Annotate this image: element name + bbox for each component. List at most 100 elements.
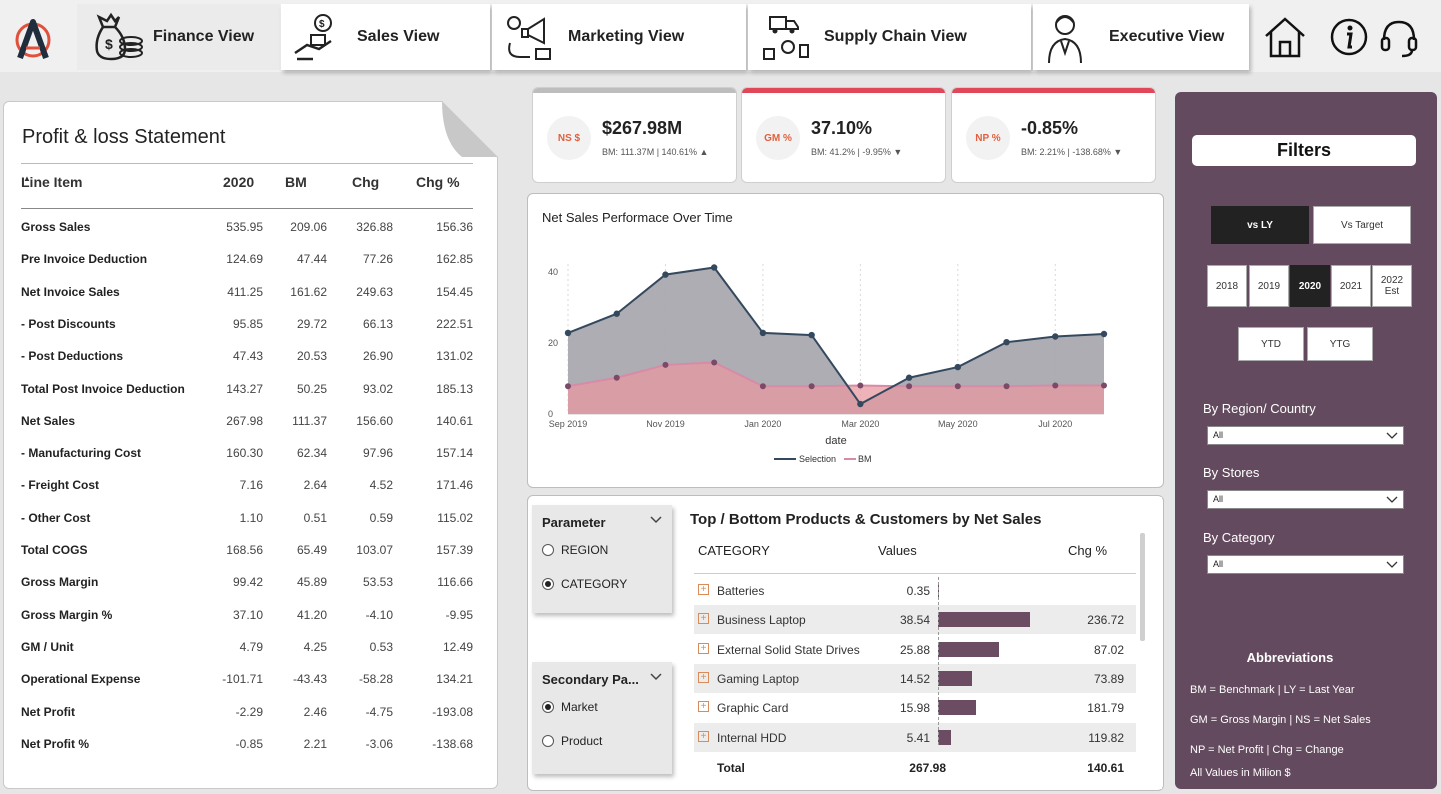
radio-product[interactable]: Product <box>542 734 602 748</box>
tb-value-bar[interactable] <box>938 670 973 686</box>
pl-row[interactable]: Net Profit % -0.85 2.21 -3.06 -138.68 <box>21 737 473 757</box>
radio-dot[interactable] <box>542 701 554 713</box>
brand-logo-icon <box>15 19 51 60</box>
pl-row[interactable]: Net Profit -2.29 2.46 -4.75 -193.08 <box>21 705 473 725</box>
year-2020-button[interactable]: 2020 <box>1290 265 1330 307</box>
info-icon[interactable] <box>1327 14 1373 60</box>
table-row[interactable]: + Internal HDD 5.41 119.82 <box>694 722 1136 752</box>
pl-row[interactable]: Total COGS 168.56 65.49 103.07 157.39 <box>21 543 473 563</box>
tab-sales-view[interactable]: $ Sales View <box>281 4 490 70</box>
period-ytd-button[interactable]: YTD <box>1238 327 1304 361</box>
chevron-down-icon[interactable] <box>650 670 662 682</box>
pl-row-label: - Post Deductions <box>21 349 124 364</box>
page-fold-icon <box>442 101 498 157</box>
pl-col-bm[interactable]: BM <box>285 174 307 190</box>
pl-row[interactable]: Total Post Invoice Deduction 143.27 50.25 9… <box>21 382 473 402</box>
pl-row[interactable]: Pre Invoice Deduction 124.69 47.44 77.26 162… <box>21 252 473 272</box>
headset-support-icon[interactable] <box>1376 14 1422 60</box>
tab-executive-view[interactable]: Executive View <box>1033 4 1249 70</box>
pl-row[interactable]: - Freight Cost 7.16 2.64 4.52 171.46 <box>21 478 473 498</box>
tb-col-values[interactable]: Values <box>878 543 917 558</box>
radio-dot[interactable] <box>542 735 554 747</box>
radio-dot[interactable] <box>542 544 554 556</box>
table-row[interactable]: + External Solid State Drives 25.88 87.02 <box>694 635 1136 664</box>
radio-dot[interactable] <box>542 578 554 590</box>
expand-plus-icon[interactable]: + <box>698 584 709 595</box>
tb-total-row: Total 267.98 140.61 <box>694 759 1136 779</box>
expand-plus-icon[interactable]: + <box>698 730 709 742</box>
compare-vs-target-button[interactable]: Vs Target <box>1313 206 1411 244</box>
table-row[interactable]: + Batteries 0.35 <box>694 576 1136 605</box>
category-filter-select[interactable]: All <box>1207 555 1404 574</box>
period-ytg-button[interactable]: YTG <box>1307 327 1373 361</box>
pl-row-value: 103.07 <box>356 543 393 557</box>
pl-row-value: 156.60 <box>356 413 393 428</box>
selection-point <box>1100 330 1108 338</box>
pl-row-value: 50.25 <box>296 381 327 396</box>
pl-row-label: Gross Margin <box>21 575 99 590</box>
pl-col-chg-pct[interactable]: Chg % <box>416 174 460 190</box>
legend-bm-label: BM <box>858 454 872 464</box>
home-icon[interactable] <box>1262 14 1308 60</box>
table-row[interactable]: + Business Laptop 38.54 236.72 <box>694 605 1136 635</box>
tb-value-bar[interactable] <box>938 729 951 745</box>
chevron-down-icon <box>1386 561 1398 568</box>
region-filter-select[interactable]: All <box>1207 426 1404 445</box>
y-tick-label: 0 <box>548 409 553 419</box>
tb-row-name: Internal HDD <box>717 730 787 745</box>
parameter-title: Parameter <box>542 515 606 530</box>
pl-row-value: 157.14 <box>436 446 473 461</box>
pl-row[interactable]: Gross Margin 99.42 45.89 53.53 116.66 <box>21 575 473 595</box>
year-2019-button[interactable]: 2019 <box>1249 265 1289 307</box>
expand-plus-icon[interactable]: + <box>698 613 709 625</box>
expand-plus-icon[interactable]: + <box>698 642 709 654</box>
pl-row[interactable]: - Manufacturing Cost 160.30 62.34 97.96 157.… <box>21 446 473 466</box>
compare-vs-ly-button[interactable]: vs LY <box>1211 206 1309 244</box>
selection-point <box>857 400 864 408</box>
radio-market[interactable]: Market <box>542 700 598 714</box>
stores-filter-select[interactable]: All <box>1207 490 1404 509</box>
pl-row[interactable]: Net Sales 267.98 111.37 156.60 140.61 <box>21 414 473 434</box>
pl-row[interactable]: - Post Discounts 95.85 29.72 66.13 222.51 <box>21 317 473 337</box>
table-row[interactable]: + Gaming Laptop 14.52 73.89 <box>694 663 1136 693</box>
pl-row-value: 4.52 <box>369 478 393 493</box>
year-2018-button[interactable]: 2018 <box>1207 265 1247 307</box>
table-row[interactable]: + Graphic Card 15.98 181.79 <box>694 693 1136 722</box>
pl-row[interactable]: Gross Margin % 37.10 41.20 -4.10 -9.95 <box>21 608 473 628</box>
radio-region[interactable]: REGION <box>542 543 608 557</box>
chevron-down-icon[interactable] <box>650 513 662 525</box>
bm-point <box>613 374 620 381</box>
tb-total-value: 267.98 <box>909 761 946 775</box>
pl-row-value: 65.49 <box>296 543 327 557</box>
year-2021-button[interactable]: 2021 <box>1331 265 1371 307</box>
tb-col-category[interactable]: CATEGORY <box>698 543 770 558</box>
pl-row[interactable]: Net Invoice Sales 411.25 161.62 249.63 154.4… <box>21 285 473 305</box>
kpi-value: $267.98M <box>602 118 683 138</box>
pl-row-value: 131.02 <box>436 349 473 364</box>
y-tick-label: 40 <box>548 267 558 277</box>
year-2022-est-button[interactable]: 2022 Est <box>1372 265 1412 307</box>
pl-header-divider <box>21 208 473 209</box>
pl-col-chg[interactable]: Chg <box>352 174 379 190</box>
pl-row[interactable]: - Other Cost 1.10 0.51 0.59 115.02 <box>21 511 473 531</box>
tb-value-bar[interactable] <box>938 612 1030 628</box>
stores-filter-value: All <box>1213 494 1224 504</box>
net-sales-area-chart[interactable]: 0 20 40 Sep 2019 Nov 2019 Jan 2020 Mar 2020 May… <box>528 194 1165 489</box>
tab-supply-chain-view[interactable]: Supply Chain View <box>748 4 1031 70</box>
pl-row[interactable]: - Post Deductions 47.43 20.53 26.90 131.02 <box>21 349 473 369</box>
tb-value-bar[interactable] <box>938 700 976 716</box>
pl-row-value: -43.43 <box>292 672 327 687</box>
pl-row[interactable]: Gross Sales 535.95 209.06 326.88 156.36 <box>21 220 473 240</box>
tb-col-chg-pct[interactable]: Chg % <box>1068 543 1107 558</box>
tab-finance-view[interactable]: $ Finance View <box>77 4 280 70</box>
pl-row[interactable]: Operational Expense -101.71 -43.43 -58.28 13… <box>21 672 473 692</box>
tb-value-bar[interactable] <box>938 641 1000 657</box>
expand-plus-icon[interactable]: + <box>698 701 709 713</box>
tab-marketing-view[interactable]: Marketing View <box>492 4 746 70</box>
pl-row[interactable]: GM / Unit 4.79 4.25 0.53 12.49 <box>21 640 473 660</box>
radio-category[interactable]: CATEGORY <box>542 577 627 591</box>
tb-scrollbar[interactable] <box>1140 533 1145 641</box>
pl-row-value: 160.30 <box>226 446 263 461</box>
pl-col-2020[interactable]: 2020 <box>223 174 254 190</box>
expand-plus-icon[interactable]: + <box>698 671 709 683</box>
